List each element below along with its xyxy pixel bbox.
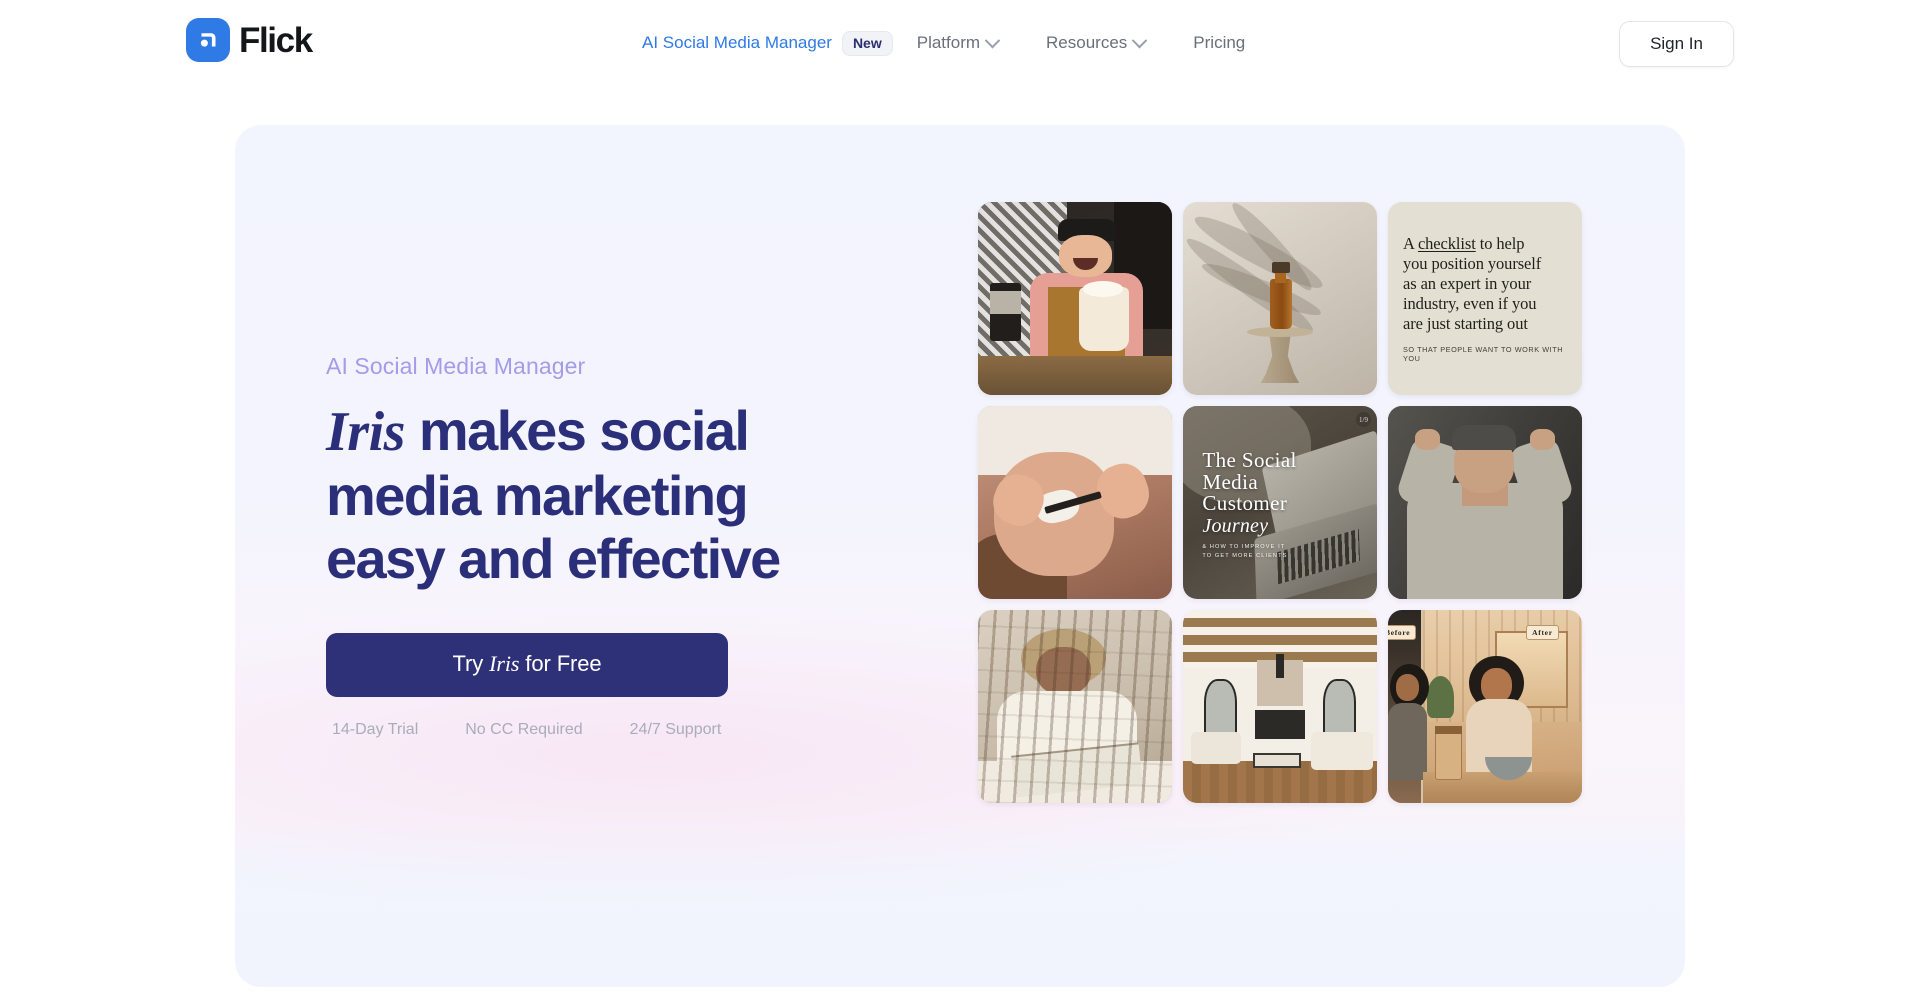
hero-panel: AI Social Media Manager Iris makes socia… [235, 125, 1685, 987]
media-card-lash-treatment[interactable] [978, 406, 1172, 599]
flick-logo-icon [186, 18, 230, 62]
quote-line1-a: A [1403, 233, 1418, 253]
media-grid: A checklist to help you position yoursel… [978, 202, 1582, 803]
media-card-dropper-bottle[interactable] [1183, 202, 1377, 395]
trust-item-no-cc: No CC Required [465, 720, 583, 738]
chevron-down-icon [1132, 32, 1148, 49]
hero-eyebrow: AI Social Media Manager [326, 353, 586, 379]
media-card-checklist-quote[interactable]: A checklist to help you position yoursel… [1388, 202, 1582, 395]
sign-in-button[interactable]: Sign In [1619, 21, 1734, 68]
media-card-barista[interactable] [978, 202, 1172, 395]
checklist-quote-text: A checklist to help you position yoursel… [1403, 234, 1567, 335]
nav-item-platform[interactable]: Platform [893, 27, 1022, 59]
checklist-quote-subtext: So that people want to work with you [1403, 345, 1564, 364]
headline-brand-word: Iris [326, 400, 405, 463]
nav-badge-new: New [841, 30, 893, 56]
journey-title-line1: The Social [1202, 448, 1297, 473]
journey-subtitle: & how to improve it to get more clients [1202, 543, 1315, 562]
trust-badges: 14-Day Trial No CC Required 24/7 Support [326, 720, 946, 739]
cta-suffix: for Free [519, 650, 602, 676]
brand-name: Flick [239, 20, 313, 60]
journey-cover-text: The Social Media Customer Journey & how … [1202, 448, 1315, 562]
before-label: Before [1388, 625, 1417, 640]
headline-line1-rest: makes social [404, 398, 750, 462]
quote-line1-b: to help [1475, 233, 1525, 253]
media-card-before-after[interactable]: Before After [1388, 610, 1582, 803]
try-iris-for-free-button[interactable]: Try Iris for Free [326, 632, 728, 697]
nav-item-label: Platform [916, 33, 981, 52]
page-root: Flick AI Social Media Manager New Platfo… [0, 0, 1920, 1001]
quote-line5: are just starting out [1403, 314, 1528, 334]
nav-item-label: Pricing [1193, 33, 1246, 52]
main-navigation: AI Social Media Manager New Platform Res… [642, 27, 1269, 59]
nav-item-label: Resources [1046, 33, 1128, 52]
headline-line2: media marketing [326, 464, 749, 528]
media-card-woman-reading[interactable] [978, 610, 1172, 803]
quote-line1-underline: checklist [1417, 233, 1476, 253]
hero-headline: Iris makes social media marketing easy a… [326, 399, 946, 591]
brand-logo[interactable]: Flick [186, 18, 313, 62]
trust-item-trial: 14-Day Trial [332, 720, 419, 738]
nav-item-ai-social-media-manager[interactable]: AI Social Media Manager [642, 27, 842, 59]
nav-item-resources[interactable]: Resources [1022, 27, 1169, 59]
media-card-journey-cover[interactable]: 1/9 The Social Media Customer Journey & … [1183, 406, 1377, 599]
quote-line2: you position yourself [1403, 253, 1542, 273]
hero-copy: AI Social Media Manager Iris makes socia… [326, 352, 946, 739]
journey-title-script: Journey [1202, 514, 1269, 537]
media-card-living-room[interactable] [1183, 610, 1377, 803]
journey-subtitle-line2: to get more clients [1202, 553, 1288, 560]
journey-title-line3: Customer [1202, 491, 1288, 516]
page-counter-badge: 1/9 [1356, 412, 1371, 427]
site-header: Flick AI Social Media Manager New Platfo… [0, 0, 1920, 88]
after-label: After [1526, 625, 1559, 640]
trust-item-support: 24/7 Support [629, 720, 722, 738]
journey-subtitle-line1: & how to improve it [1202, 543, 1286, 550]
nav-item-label: AI Social Media Manager [642, 33, 832, 52]
journey-title-line2: Media [1202, 469, 1259, 494]
cta-brand-word: Iris [489, 650, 520, 676]
headline-line3: easy and effective [326, 527, 781, 591]
media-card-stretching-man[interactable] [1388, 406, 1582, 599]
chevron-down-icon [984, 32, 1001, 49]
quote-line4: industry, even if you [1403, 294, 1537, 314]
cta-prefix: Try [452, 650, 490, 676]
quote-line3: as an expert in your [1403, 273, 1532, 293]
nav-item-pricing[interactable]: Pricing [1169, 27, 1269, 59]
